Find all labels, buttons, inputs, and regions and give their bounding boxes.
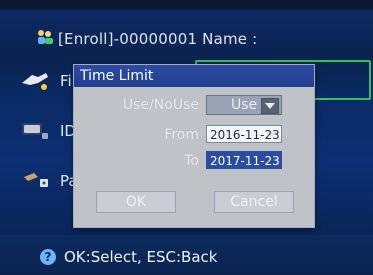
- cancel-button[interactable]: Cancel: [214, 191, 294, 213]
- dialog-title: Time Limit: [80, 68, 154, 84]
- ok-button[interactable]: OK: [96, 191, 176, 213]
- header-bar: [Enroll]-00000001 Name :: [0, 10, 373, 54]
- finger-icon: [22, 73, 48, 90]
- dialog-body: Use/NoUse Use From 2016-11-23 To 2017-11…: [74, 87, 314, 227]
- page-title: [Enroll]-00000001 Name :: [58, 30, 258, 48]
- to-label: To: [184, 153, 199, 169]
- to-date-input[interactable]: 2017-11-23: [206, 151, 282, 169]
- help-icon: ?: [40, 249, 56, 265]
- time-limit-dialog: Time Limit Use/NoUse Use From 2016-11-23…: [73, 64, 315, 228]
- device-screen: [Enroll]-00000001 Name : Fi ID Pa Time L…: [0, 0, 373, 275]
- user-group-icon: [38, 30, 53, 44]
- from-date-input[interactable]: 2016-11-23: [206, 125, 282, 143]
- use-select-value: Use: [231, 97, 258, 113]
- from-label: From: [164, 127, 199, 143]
- chevron-down-icon[interactable]: [261, 98, 279, 114]
- dialog-titlebar: Time Limit: [74, 65, 314, 87]
- card-icon: [22, 123, 48, 139]
- footer-hint: OK:Select, ESC:Back: [64, 248, 218, 266]
- use-select[interactable]: Use: [206, 95, 282, 115]
- use-nouse-label: Use/NoUse: [122, 97, 199, 113]
- menu-item-label: Fi: [60, 72, 72, 90]
- keys-lock-icon: [24, 173, 48, 187]
- footer-bar: ? OK:Select, ESC:Back: [0, 235, 373, 275]
